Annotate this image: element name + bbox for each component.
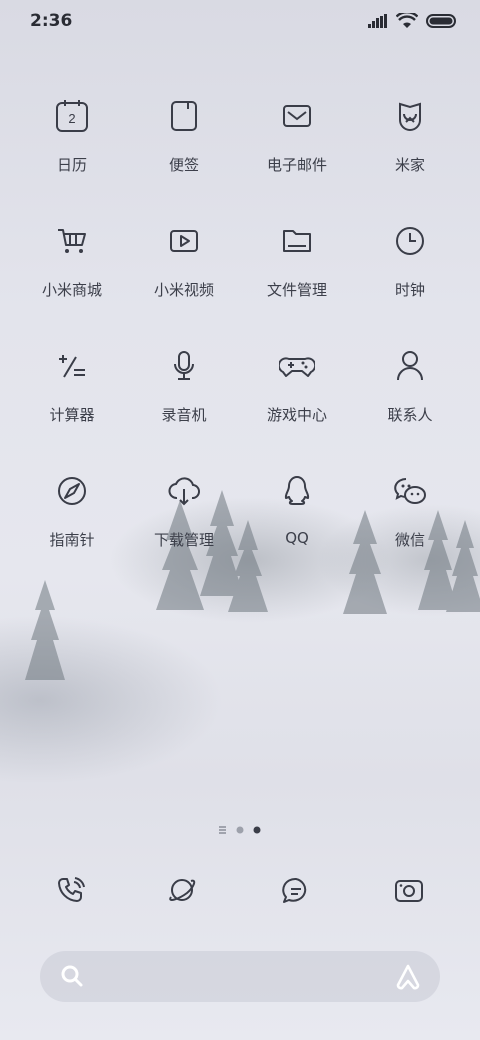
- app-clock[interactable]: 时钟: [350, 223, 470, 333]
- folder-icon: [283, 230, 311, 252]
- app-calendar[interactable]: 2 日历: [12, 98, 132, 208]
- search-input[interactable]: [100, 963, 364, 993]
- app-label: 小米商城: [41, 281, 102, 299]
- app-label: 时钟: [394, 281, 425, 299]
- calendar-icon: 2: [56, 100, 88, 132]
- app-label: 联系人: [387, 406, 433, 424]
- dock: [0, 872, 480, 912]
- compass-icon: [58, 477, 86, 505]
- camera-icon[interactable]: [394, 876, 424, 906]
- page-dot: [236, 826, 244, 834]
- app-label: 下载管理: [153, 531, 214, 549]
- status-time: 2:36: [30, 11, 73, 31]
- mail-icon: [283, 105, 311, 127]
- app-game-center[interactable]: 游戏中心: [237, 348, 357, 458]
- battery-icon: [426, 14, 456, 28]
- app-calculator[interactable]: 计算器: [12, 348, 132, 458]
- app-contacts[interactable]: 联系人: [350, 348, 470, 458]
- app-recorder[interactable]: 录音机: [124, 348, 244, 458]
- ai-assistant-icon[interactable]: [394, 963, 422, 991]
- cart-icon: [58, 229, 86, 253]
- browser-planet-icon[interactable]: [167, 875, 197, 905]
- microphone-icon: [174, 351, 194, 380]
- app-qq[interactable]: QQ: [237, 473, 357, 583]
- cloud-download-icon: [168, 477, 200, 506]
- signal-icon: [368, 14, 387, 28]
- wifi-icon: [396, 13, 418, 28]
- video-play-icon: [170, 230, 198, 252]
- calculator-icon: [59, 355, 85, 378]
- wechat-icon: [394, 478, 426, 504]
- app-label: 游戏中心: [266, 406, 327, 424]
- status-bar: 2:36: [0, 0, 480, 44]
- app-label: 指南针: [49, 531, 95, 549]
- app-label: 小米视频: [153, 281, 214, 299]
- app-compass[interactable]: 指南针: [12, 473, 132, 583]
- app-notes[interactable]: 便签: [124, 98, 244, 208]
- mijia-icon: [399, 102, 421, 131]
- app-mijia[interactable]: 米家: [350, 98, 470, 208]
- page-indicator[interactable]: [0, 824, 480, 836]
- app-label: 米家: [394, 156, 425, 174]
- notes-icon: [171, 101, 197, 131]
- app-label: 文件管理: [266, 281, 327, 299]
- app-mi-store[interactable]: 小米商城: [12, 223, 132, 333]
- qq-penguin-icon: [284, 476, 310, 505]
- message-icon[interactable]: [281, 876, 311, 906]
- app-label: 计算器: [49, 406, 95, 424]
- gamepad-icon: [279, 357, 315, 377]
- app-mi-video[interactable]: 小米视频: [124, 223, 244, 333]
- person-icon: [397, 351, 423, 381]
- app-file-manager[interactable]: 文件管理: [237, 223, 357, 333]
- clock-icon: [396, 227, 424, 255]
- app-label: 便签: [168, 156, 199, 174]
- app-label: 电子邮件: [266, 156, 327, 174]
- app-download-manager[interactable]: 下载管理: [124, 473, 244, 583]
- page-dot-active: [253, 826, 261, 834]
- app-wechat[interactable]: 微信: [350, 473, 470, 583]
- search-bar[interactable]: [40, 951, 440, 1002]
- feed-page-icon: [219, 826, 226, 834]
- app-mail[interactable]: 电子邮件: [237, 98, 357, 208]
- app-label: 微信: [394, 531, 425, 549]
- phone-icon[interactable]: [56, 876, 86, 906]
- app-label: QQ: [285, 529, 309, 547]
- calendar-day: 2: [68, 111, 75, 126]
- search-icon[interactable]: [60, 964, 84, 988]
- app-label: 录音机: [161, 406, 207, 424]
- app-label: 日历: [56, 156, 87, 174]
